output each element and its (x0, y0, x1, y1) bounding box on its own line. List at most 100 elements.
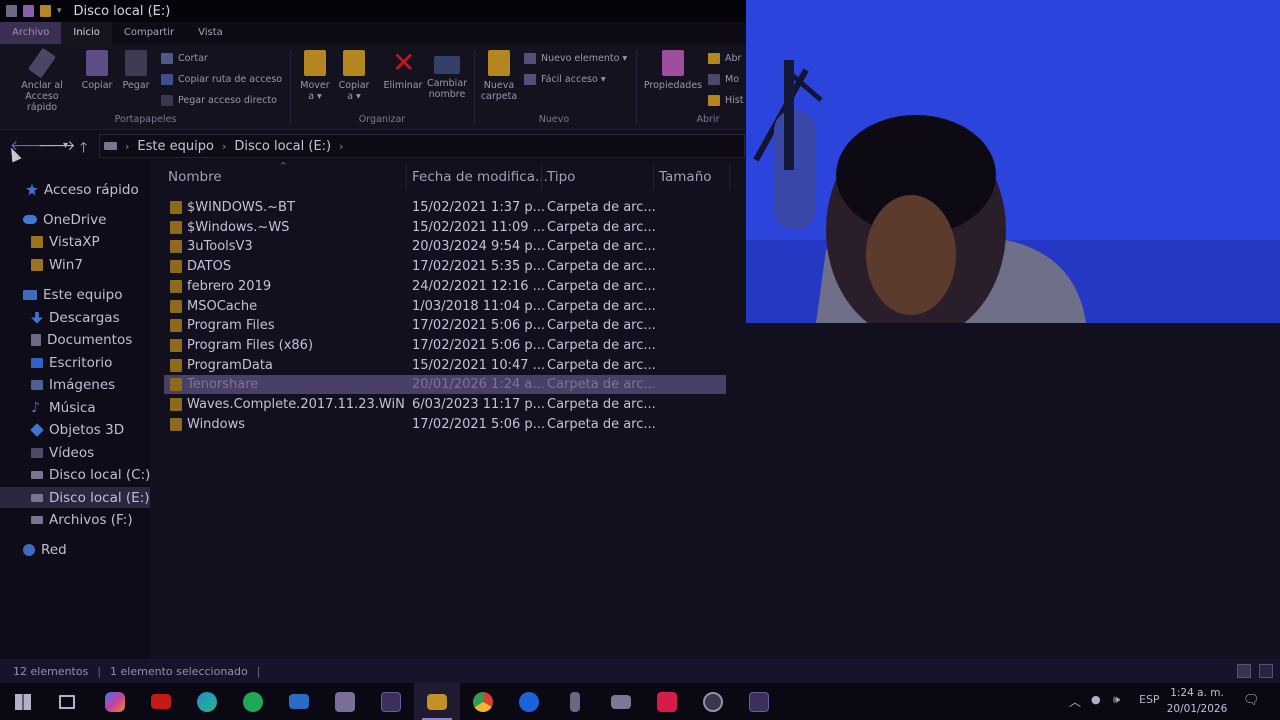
cut-button[interactable]: Cortar (161, 51, 208, 65)
taskbar-app-whatsapp[interactable] (230, 683, 276, 720)
sidebar-item-label: Archivos (F:) (49, 511, 133, 528)
sidebar-item-este-equipo[interactable]: Este equipo (0, 284, 150, 305)
table-row[interactable]: febrero 2019 24/02/2021 12:16 ... Carpeta … (164, 277, 726, 296)
tab-vista[interactable]: Vista (186, 22, 235, 44)
sidebar-item-vistaxp[interactable]: VistaXP (0, 231, 150, 252)
sidebar-item-disco-local-e[interactable]: Disco local (E:) (0, 487, 150, 508)
history-button[interactable]: Hist (708, 93, 743, 107)
sidebar-item-label: OneDrive (43, 211, 107, 228)
table-row[interactable]: Windows 17/02/2021 5:06 p... Carpeta de ar… (164, 415, 726, 434)
column-divider[interactable] (729, 164, 730, 190)
column-header-fecha[interactable]: Fecha de modifica... (412, 169, 548, 185)
table-row[interactable]: $Windows.~WS 15/02/2021 11:09 ... Carpeta … (164, 218, 726, 237)
copy-path-button[interactable]: Copiar ruta de acceso (161, 72, 282, 86)
image-icon (31, 379, 43, 390)
column-header-tamano[interactable]: Tamaño (659, 169, 712, 185)
sidebar-item-imagenes[interactable]: Imágenes (0, 374, 150, 395)
sidebar-item-musica[interactable]: ♪ Música (0, 397, 150, 418)
taskbar-app-store[interactable] (322, 683, 368, 720)
volume-icon[interactable]: 🕪 (1113, 693, 1120, 707)
taskbar-app-facebook[interactable] (506, 683, 552, 720)
easy-access-button[interactable]: Fácil acceso ▾ (524, 72, 606, 86)
taskbar-app-edge[interactable] (184, 683, 230, 720)
taskbar-app-mail[interactable] (276, 683, 322, 720)
breadcrumb-disco-local-e[interactable]: Disco local (E:) (234, 139, 331, 154)
sidebar-item-red[interactable]: Red (0, 539, 150, 560)
taskbar-app-youtube[interactable] (138, 683, 184, 720)
rename-button[interactable]: Cambiar nombre (420, 50, 474, 100)
table-row[interactable]: MSOCache 1/03/2018 11:04 p... Carpeta de a… (164, 297, 726, 316)
history-icon (708, 94, 720, 106)
up-arrow-icon[interactable]: 🡑 (80, 137, 87, 161)
details-view-icon[interactable] (1237, 664, 1251, 678)
clock-date: 20/01/2026 (1166, 703, 1228, 715)
address-bar[interactable]: › Este equipo › Disco local (E:) › (99, 134, 745, 158)
tab-compartir[interactable]: Compartir (112, 22, 186, 44)
new-item-label: Nuevo elemento ▾ (541, 52, 628, 64)
forward-arrow-icon[interactable]: 🡒 (38, 137, 76, 154)
modify-button[interactable]: Mo (708, 72, 739, 86)
tray-overflow-chevron-icon[interactable]: ︿ (1069, 693, 1081, 710)
table-row[interactable]: DATOS 17/02/2021 5:35 p... Carpeta de arc.… (164, 257, 726, 276)
clock[interactable]: 1:24 a. m. 20/01/2026 (1160, 685, 1234, 717)
paste-shortcut-button[interactable]: Pegar acceso directo (161, 93, 277, 107)
task-view-button[interactable] (44, 683, 90, 720)
taskbar-app-camera[interactable] (598, 683, 644, 720)
paste-button[interactable]: Pegar (109, 50, 163, 91)
sidebar-item-archivos-f[interactable]: Archivos (F:) (0, 509, 150, 530)
new-folder-quick-icon[interactable] (40, 5, 51, 17)
taskbar-app-recorder[interactable] (690, 683, 736, 720)
tab-inicio[interactable]: Inicio (61, 22, 112, 44)
column-header-nombre[interactable]: Nombre (168, 169, 222, 185)
taskbar-app-chrome[interactable] (460, 683, 506, 720)
taskbar-app-file-explorer[interactable] (414, 683, 460, 720)
clock-time: 1:24 a. m. (1170, 687, 1224, 699)
pin-quick-access-button[interactable]: Anclar al Acceso rápido (13, 47, 71, 113)
column-divider[interactable] (653, 164, 654, 190)
new-folder-button[interactable]: Nueva carpeta (472, 50, 526, 102)
large-icons-view-icon[interactable] (1259, 664, 1273, 678)
taskbar-app-copilot[interactable] (92, 683, 138, 720)
open-button[interactable]: Abr (708, 51, 741, 65)
column-divider[interactable] (541, 164, 542, 190)
tab-archivo[interactable]: Archivo (0, 22, 62, 44)
quick-access-dropdown-icon[interactable]: ▾ (57, 6, 62, 16)
properties-button[interactable]: Propiedades (641, 50, 705, 91)
sidebar-item-win7[interactable]: Win7 (0, 254, 150, 275)
sidebar-item-objetos-3d[interactable]: Objetos 3D (0, 419, 150, 440)
taskbar-app-tiktok[interactable] (644, 683, 690, 720)
sidebar-item-videos[interactable]: Vídeos (0, 442, 150, 463)
sidebar-item-acceso-rapido[interactable]: Acceso rápido (0, 179, 150, 200)
table-row[interactable]: ProgramData 15/02/2021 10:47 ... Carpeta d… (164, 356, 726, 375)
new-item-button[interactable]: Nuevo elemento ▾ (524, 51, 627, 65)
file-date: 17/02/2021 5:06 p... (412, 337, 546, 353)
table-row[interactable]: Program Files (x86) 17/02/2021 5:06 p... C… (164, 336, 726, 355)
microphone-icon[interactable]: ● (1091, 693, 1101, 706)
taskbar-app-video-editor[interactable] (368, 683, 414, 720)
sidebar-item-documentos[interactable]: Documentos (0, 329, 150, 350)
breadcrumb-chevron-icon[interactable]: › (339, 140, 343, 153)
table-row[interactable]: Program Files 17/02/2021 5:06 p... Carpeta… (164, 316, 726, 335)
table-row[interactable]: 3uToolsV3 20/03/2024 9:54 p... Carpeta de … (164, 237, 726, 256)
system-menu-icon[interactable] (6, 5, 17, 17)
table-row[interactable]: Waves.Complete.2017.11.23.WiN 6/03/2023 1… (164, 395, 726, 414)
sidebar-item-disco-local-c[interactable]: Disco local (C:) (0, 464, 150, 485)
column-divider[interactable] (406, 164, 407, 190)
column-header-tipo[interactable]: Tipo (547, 169, 575, 185)
start-button[interactable] (0, 683, 46, 720)
taskbar-app-video-editor-2[interactable] (736, 683, 782, 720)
notifications-icon[interactable]: 🗨 (1243, 693, 1260, 708)
breadcrumb-chevron-icon[interactable]: › (125, 140, 129, 153)
properties-quick-icon[interactable] (23, 5, 34, 17)
sidebar-item-onedrive[interactable]: OneDrive (0, 209, 150, 230)
copy-to-button[interactable]: Copiar a ▾ (327, 50, 381, 102)
breadcrumb-este-equipo[interactable]: Este equipo (137, 139, 214, 154)
recent-locations-chevron-icon[interactable]: ▾ (63, 140, 68, 151)
taskbar-app-usb[interactable] (552, 683, 598, 720)
breadcrumb-chevron-icon[interactable]: › (222, 140, 226, 153)
table-row[interactable]: $WINDOWS.~BT 15/02/2021 1:37 p... Carpeta … (164, 198, 726, 217)
sidebar-item-descargas[interactable]: Descargas (0, 307, 150, 328)
sidebar-item-escritorio[interactable]: Escritorio (0, 352, 150, 373)
table-row[interactable]: Tenorshare 20/01/2026 1:24 a... Carpeta de… (164, 375, 726, 395)
language-indicator[interactable]: ESP (1139, 693, 1160, 706)
